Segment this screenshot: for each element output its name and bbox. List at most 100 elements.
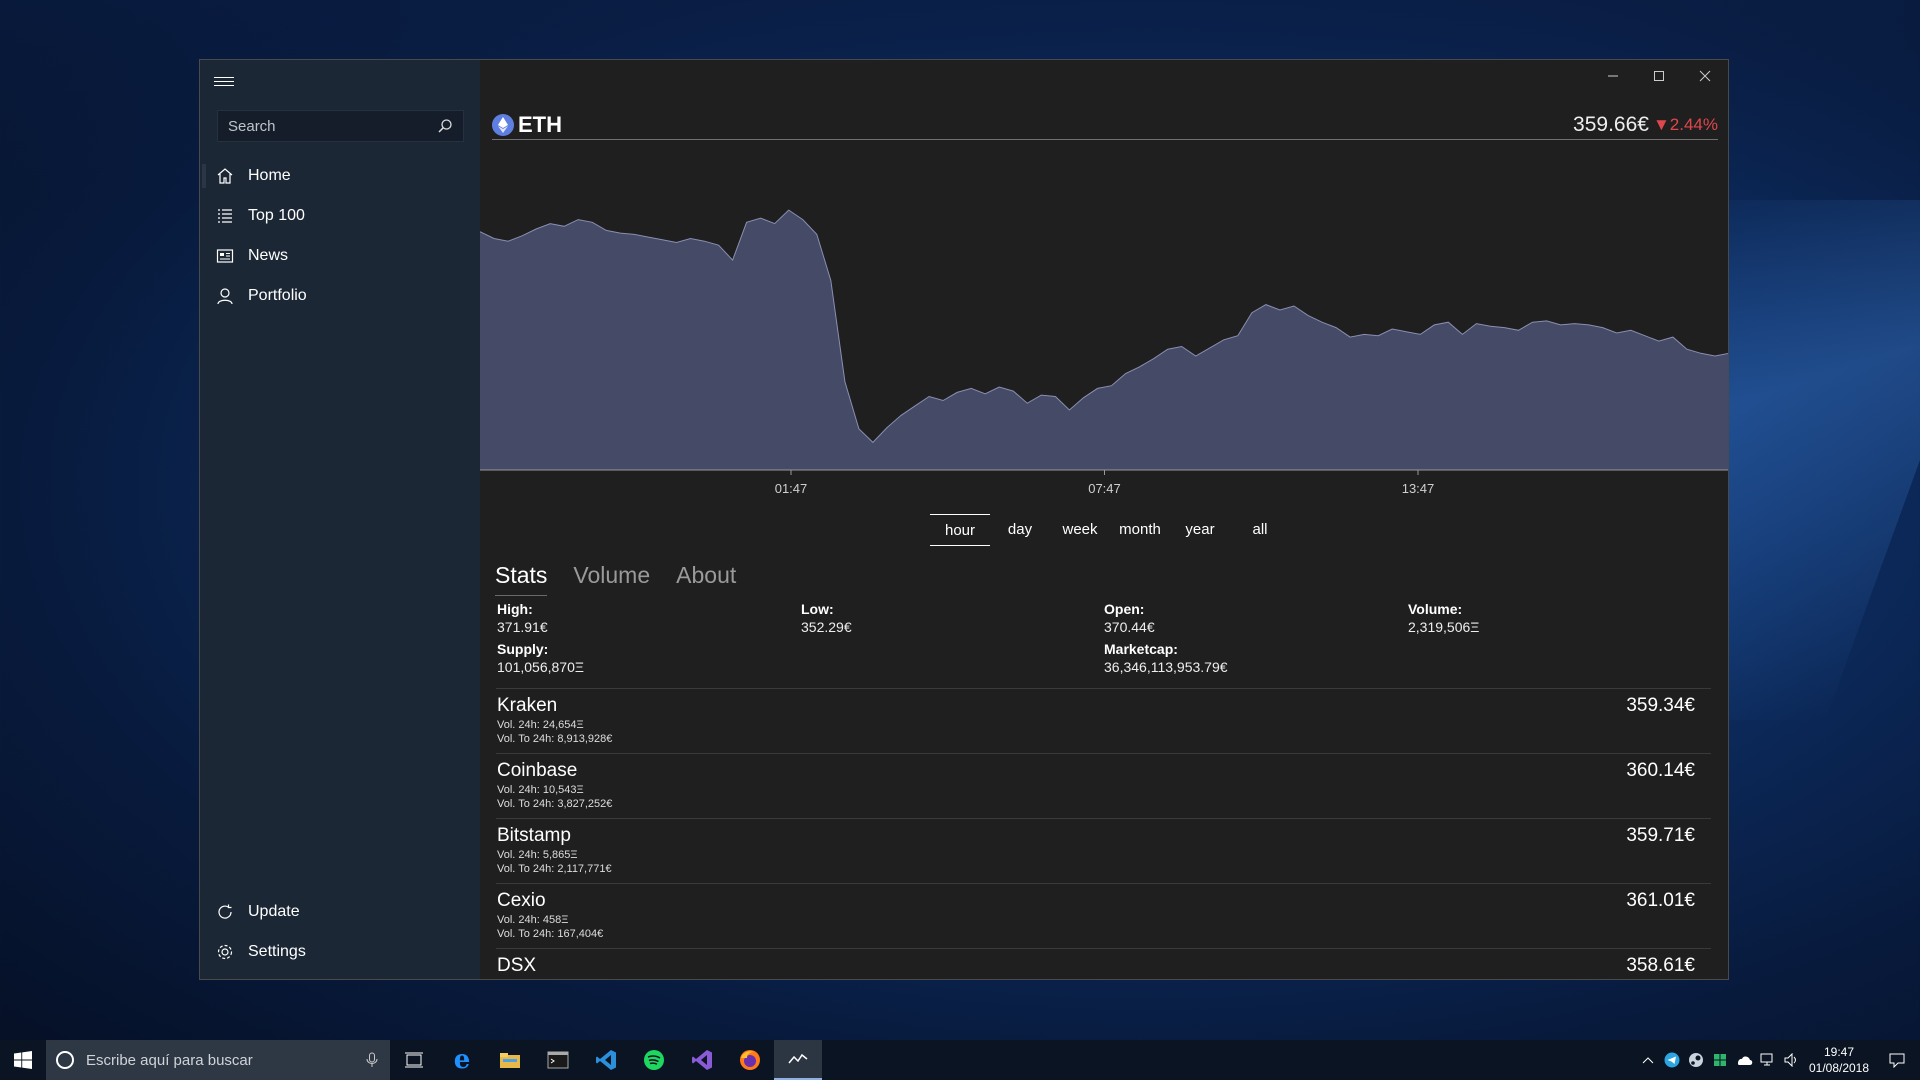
sidebar-item-home[interactable]: Home xyxy=(200,156,480,196)
maximize-icon xyxy=(1654,71,1664,81)
taskbar: Escribe aquí para buscar e 19:47 01/08/2… xyxy=(0,1040,1920,1080)
stat-supply: Supply: 101,056,870Ξ xyxy=(497,641,584,675)
sidebar-item-label: Update xyxy=(248,903,300,920)
stat-value: 371.91€ xyxy=(497,619,548,635)
stat-value: 370.44€ xyxy=(1104,619,1155,635)
price-chart-svg: 01:47 07:47 13:47 xyxy=(480,209,1728,495)
coin-header: ETH 359.66€ ▼2.44% xyxy=(492,110,1718,140)
stat-low: Low: 352.29€ xyxy=(801,601,852,635)
nav-list: Home Top 100 News Portfolio xyxy=(200,156,480,316)
stat-value: 101,056,870Ξ xyxy=(497,659,584,675)
network-icon[interactable] xyxy=(1756,1040,1780,1080)
taskbar-search[interactable]: Escribe aquí para buscar xyxy=(46,1040,390,1080)
nav-bottom: Update Settings xyxy=(200,892,480,972)
steam-icon[interactable] xyxy=(1684,1040,1708,1080)
sidebar-item-portfolio[interactable]: Portfolio xyxy=(200,276,480,316)
chevron-up-icon[interactable] xyxy=(1636,1040,1660,1080)
range-week-button[interactable]: week xyxy=(1050,514,1110,546)
exchange-name: Bitstamp xyxy=(497,825,571,846)
exchange-name: Kraken xyxy=(497,695,558,716)
app-window: Home Top 100 News Portfolio xyxy=(199,59,1729,980)
chart-tick-label: 07:47 xyxy=(1088,481,1121,495)
range-hour-button[interactable]: hour xyxy=(930,514,990,546)
start-button[interactable] xyxy=(0,1040,46,1080)
stat-value: 352.29€ xyxy=(801,619,852,635)
firefox-icon[interactable] xyxy=(726,1040,774,1080)
taskbar-search-text: Escribe aquí para buscar xyxy=(86,1051,253,1069)
exchange-row-cexio[interactable]: Cexio Vol. 24h: 458Ξ Vol. To 24h: 167,40… xyxy=(496,883,1711,948)
close-button[interactable] xyxy=(1682,60,1728,92)
coin-change: ▼2.44% xyxy=(1652,114,1718,134)
search-box[interactable] xyxy=(217,110,464,142)
sidebar-item-update[interactable]: Update xyxy=(200,892,480,932)
price-chart: 01:47 07:47 13:47 xyxy=(480,175,1728,495)
onedrive-cloud-icon[interactable] xyxy=(1732,1040,1756,1080)
clock-time: 19:47 xyxy=(1823,1045,1855,1059)
tab-stats[interactable]: Stats xyxy=(495,562,548,596)
telegram-icon[interactable] xyxy=(1660,1040,1684,1080)
sidebar-item-top-100[interactable]: Top 100 xyxy=(200,196,480,236)
close-icon xyxy=(1699,70,1711,82)
minimize-button[interactable] xyxy=(1590,60,1636,92)
list-icon xyxy=(216,207,234,225)
stat-label: Low: xyxy=(801,601,834,617)
exchange-name: Cexio xyxy=(497,890,546,911)
home-icon xyxy=(216,167,234,185)
chart-ticks: 01:47 07:47 13:47 xyxy=(775,470,1435,495)
terminal-icon[interactable] xyxy=(534,1040,582,1080)
task-view-icon[interactable] xyxy=(390,1040,438,1080)
range-day-button[interactable]: day xyxy=(990,514,1050,546)
minimize-icon xyxy=(1608,75,1618,77)
sidebar-item-news[interactable]: News xyxy=(200,236,480,276)
hamburger-menu-icon[interactable] xyxy=(214,74,234,90)
exchange-volume: Vol. 24h: 10,543Ξ xyxy=(497,784,584,796)
main-content: ETH 359.66€ ▼2.44% 01:47 07:47 13:47 hour … xyxy=(480,60,1728,979)
maximize-button[interactable] xyxy=(1636,60,1682,92)
exchange-volume-to: Vol. To 24h: 2,117,771€ xyxy=(497,863,612,875)
exchange-name: DSX xyxy=(497,955,537,976)
chart-tick-label: 13:47 xyxy=(1402,481,1435,495)
stat-label: Volume: xyxy=(1408,601,1463,617)
stat-label: Supply: xyxy=(497,641,549,657)
security-shield-icon[interactable] xyxy=(1708,1040,1732,1080)
tab-about[interactable]: About xyxy=(676,562,736,596)
tab-volume[interactable]: Volume xyxy=(573,562,650,596)
clock-date: 01/08/2018 xyxy=(1808,1061,1870,1075)
sidebar-item-settings[interactable]: Settings xyxy=(200,932,480,972)
edge-browser-icon[interactable]: e xyxy=(438,1040,486,1080)
coin-price: 359.66€ xyxy=(1573,112,1649,136)
stat-marketcap: Marketcap: 36,346,113,953.79€ xyxy=(1104,641,1228,675)
notifications-icon[interactable] xyxy=(1874,1040,1920,1080)
exchange-volume-to: Vol. To 24h: 8,913,928€ xyxy=(497,733,613,745)
exchange-price: 359.71€ xyxy=(1626,825,1695,846)
chart-tick-label: 01:47 xyxy=(775,481,808,495)
visual-studio-icon[interactable] xyxy=(678,1040,726,1080)
exchange-row-coinbase[interactable]: Coinbase Vol. 24h: 10,543Ξ Vol. To 24h: … xyxy=(496,753,1711,818)
cortana-icon xyxy=(56,1051,74,1069)
search-icon[interactable] xyxy=(437,118,453,134)
crypto-app-taskbar-icon[interactable] xyxy=(774,1040,822,1080)
stat-high: High: 371.91€ xyxy=(497,601,548,635)
stat-value: 36,346,113,953.79€ xyxy=(1104,659,1228,675)
range-all-button[interactable]: all xyxy=(1230,514,1290,546)
clock[interactable]: 19:47 01/08/2018 xyxy=(1804,1044,1874,1076)
range-year-button[interactable]: year xyxy=(1170,514,1230,546)
file-explorer-icon[interactable] xyxy=(486,1040,534,1080)
volume-icon[interactable] xyxy=(1780,1040,1804,1080)
stat-volume: Volume: 2,319,506Ξ xyxy=(1408,601,1479,635)
stat-label: Marketcap: xyxy=(1104,641,1178,657)
microphone-icon[interactable] xyxy=(366,1052,378,1068)
newspaper-icon xyxy=(216,247,234,265)
sidebar-item-label: Home xyxy=(248,167,291,184)
spotify-icon[interactable] xyxy=(630,1040,678,1080)
exchange-row-dsx[interactable]: DSX 358.61€ xyxy=(496,948,1711,979)
vscode-icon[interactable] xyxy=(582,1040,630,1080)
exchange-row-bitstamp[interactable]: Bitstamp Vol. 24h: 5,865Ξ Vol. To 24h: 2… xyxy=(496,818,1711,883)
gear-icon xyxy=(216,943,234,961)
range-month-button[interactable]: month xyxy=(1110,514,1170,546)
search-input[interactable] xyxy=(228,117,437,135)
exchange-row-kraken[interactable]: Kraken Vol. 24h: 24,654Ξ Vol. To 24h: 8,… xyxy=(496,688,1711,753)
exchange-volume-to: Vol. To 24h: 167,404€ xyxy=(497,928,604,940)
exchange-price: 360.14€ xyxy=(1626,760,1695,781)
exchange-name: Coinbase xyxy=(497,760,578,781)
